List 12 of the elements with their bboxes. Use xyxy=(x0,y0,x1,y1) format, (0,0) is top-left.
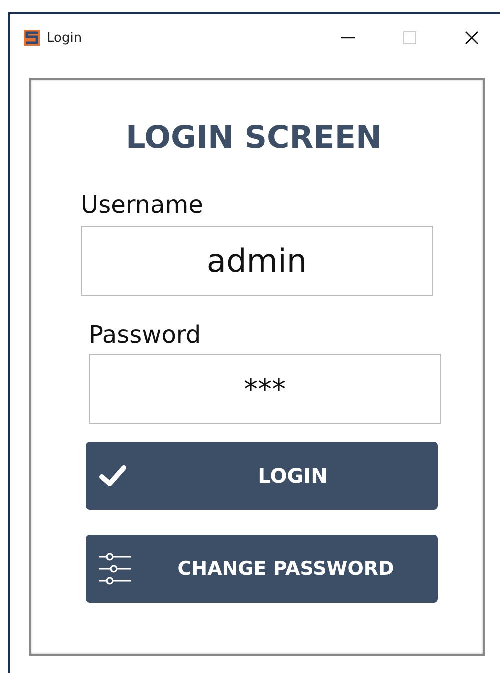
check-icon xyxy=(98,464,128,488)
input-field[interactable]: admin xyxy=(81,226,433,296)
window-title: Login xyxy=(47,30,84,46)
field-label: Password xyxy=(89,320,202,351)
sliders-icon xyxy=(98,551,134,587)
close-icon[interactable] xyxy=(464,30,480,46)
app-logo-icon xyxy=(24,30,40,46)
action-button[interactable]: LOGIN xyxy=(86,442,438,510)
input-field[interactable]: *** xyxy=(89,354,441,424)
field-label: Username xyxy=(81,190,204,221)
screen-heading: LOGIN SCREEN xyxy=(125,120,383,158)
action-button[interactable]: CHANGE PASSWORD xyxy=(86,535,438,603)
